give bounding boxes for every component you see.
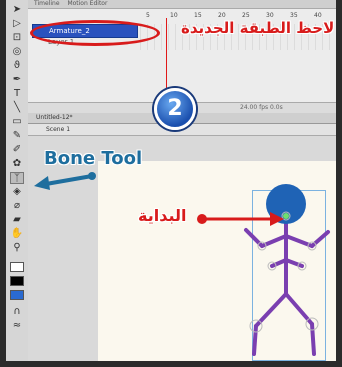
new-layer-note: لاحظ الطبقة الجديدة [181, 19, 335, 37]
ruler-tick: 30 [266, 12, 274, 19]
video-frame: ➤ ▷ ⊡ ◎ ϑ ✒ T ╲ ▭ ✎ ✐ ✿ ᛉ ◈ ⌀ ▰ ✋ ⚲ ∩ ≈ … [0, 0, 342, 367]
highlight-ellipse [30, 20, 160, 46]
brush-icon[interactable]: ✐ [10, 144, 24, 156]
arrow-right-icon [197, 212, 284, 226]
snap-to-objects-icon[interactable]: ∩ [10, 306, 24, 318]
start-label: البداية [138, 206, 187, 225]
ruler-tick: 25 [242, 12, 250, 19]
smooth-icon[interactable]: ≈ [10, 320, 24, 332]
ruler-tick: 5 [146, 12, 150, 19]
bone-tool-icon[interactable]: ᛉ [10, 172, 24, 184]
ruler-tick: 20 [218, 12, 226, 19]
eyedropper-icon[interactable]: ⌀ [10, 200, 24, 212]
3d-rotation-icon[interactable]: ◎ [10, 46, 24, 58]
line-icon[interactable]: ╲ [10, 102, 24, 114]
paint-bucket-icon[interactable]: ◈ [10, 186, 24, 198]
fps-readout: 24.00 fps 0.0s [240, 104, 283, 111]
zoom-icon[interactable]: ⚲ [10, 242, 24, 254]
ruler-tick: 15 [194, 12, 202, 19]
text-icon[interactable]: T [10, 88, 24, 100]
tools-panel: ➤ ▷ ⊡ ◎ ϑ ✒ T ╲ ▭ ✎ ✐ ✿ ᛉ ◈ ⌀ ▰ ✋ ⚲ ∩ ≈ [6, 0, 29, 361]
armature-skeleton[interactable] [228, 174, 336, 361]
tab-timeline[interactable]: Timeline [34, 0, 60, 7]
tab-motion-editor[interactable]: Motion Editor [67, 0, 107, 7]
deco-icon[interactable]: ✿ [10, 158, 24, 170]
scene-label[interactable]: Scene 1 [46, 126, 70, 133]
eraser-icon[interactable]: ▰ [10, 214, 24, 226]
stroke-color-swatch[interactable] [10, 262, 24, 272]
pencil-icon[interactable]: ✎ [10, 130, 24, 142]
lasso-icon[interactable]: ϑ [10, 60, 24, 72]
ruler-tick: 10 [170, 12, 178, 19]
timeline-tab-bar: Timeline Motion Editor [28, 0, 336, 9]
flash-ide-screen: ➤ ▷ ⊡ ◎ ϑ ✒ T ╲ ▭ ✎ ✐ ✿ ᛉ ◈ ⌀ ▰ ✋ ⚲ ∩ ≈ … [6, 0, 336, 361]
subselection-icon[interactable]: ▷ [10, 18, 24, 30]
step-badge: 2 [154, 88, 196, 130]
rectangle-icon[interactable]: ▭ [10, 116, 24, 128]
swap-colors-icon[interactable] [10, 290, 24, 300]
ruler-tick: 40 [314, 12, 322, 19]
bone-tool-label: Bone Tool [44, 148, 143, 169]
selection-arrow-icon[interactable]: ➤ [10, 4, 24, 16]
ruler-tick: 35 [290, 12, 298, 19]
document-tab[interactable]: Untitled-12* [36, 114, 73, 121]
fill-color-swatch[interactable] [10, 276, 24, 286]
free-transform-icon[interactable]: ⊡ [10, 32, 24, 44]
hand-icon[interactable]: ✋ [10, 228, 24, 240]
pen-icon[interactable]: ✒ [10, 74, 24, 86]
arrow-left-icon [34, 172, 96, 190]
